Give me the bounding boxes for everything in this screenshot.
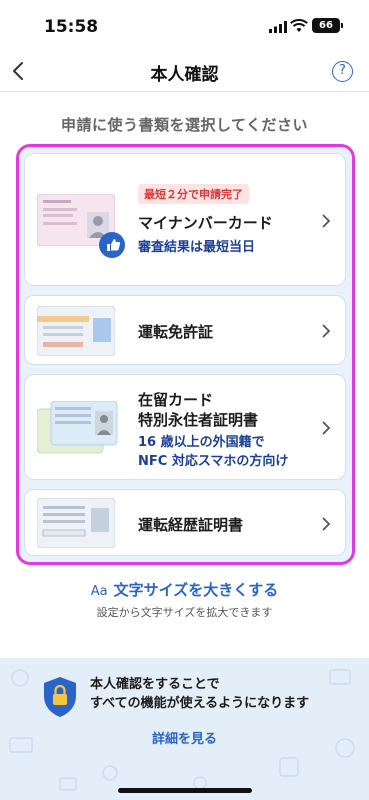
document-name-line1: 在留カード bbox=[138, 391, 214, 409]
details-link[interactable]: 詳細を見る bbox=[0, 728, 369, 747]
verification-promo: 本人確認をすることで すべての機能が使えるようになります 詳細を見る bbox=[0, 658, 369, 800]
cellular-signal-icon bbox=[269, 21, 287, 33]
chevron-right-icon bbox=[322, 517, 331, 531]
text-size-icon: Aa bbox=[90, 584, 108, 599]
page-title: 本人確認 bbox=[150, 65, 219, 85]
document-name: 運転経歴証明書 bbox=[138, 516, 244, 534]
drivers-license-image bbox=[37, 306, 115, 356]
promo-line1: 本人確認をすることで bbox=[90, 677, 220, 692]
text-size-note: 設定から文字サイズを拡大できます bbox=[96, 606, 273, 619]
status-bar: 15:58 66 bbox=[0, 0, 369, 50]
battery-icon: 66 bbox=[312, 18, 343, 33]
promo-line2: すべての機能が使えるようになります bbox=[90, 696, 310, 711]
document-name: マイナンバーカード bbox=[138, 214, 273, 232]
document-name-line2: 特別永住者証明書 bbox=[138, 411, 259, 429]
document-subtext-line2: NFC 対応スマホの方向け bbox=[138, 454, 289, 469]
nav-bar: 本人確認 ? bbox=[0, 50, 369, 92]
document-option-driving-history[interactable]: 運転経歴証明書 bbox=[24, 489, 346, 556]
document-subtext: 審査結果は最短当日 bbox=[138, 240, 256, 255]
question-circle-icon[interactable]: ? bbox=[332, 61, 353, 82]
document-subtext-line1: 16 歳以上の外国籍で bbox=[138, 435, 265, 450]
chevron-right-icon bbox=[322, 214, 331, 228]
promo-message: 本人確認をすることで すべての機能が使えるようになります bbox=[90, 675, 309, 713]
chevron-right-icon bbox=[322, 421, 331, 435]
document-option-mynumber[interactable]: 最短２分で申請完了 マイナンバーカード 審査結果は最短当日 bbox=[24, 153, 346, 286]
thumbs-up-icon bbox=[99, 232, 125, 258]
document-name: 運転免許証 bbox=[138, 323, 214, 341]
wifi-icon bbox=[290, 19, 308, 32]
enlarge-text-link[interactable]: Aa 文字サイズを大きくする bbox=[0, 579, 369, 600]
status-time: 15:58 bbox=[44, 17, 99, 37]
chevron-right-icon bbox=[322, 324, 331, 338]
shield-lock-icon bbox=[44, 677, 76, 717]
instruction-text: 申請に使う書類を選択してください bbox=[60, 116, 309, 134]
document-option-drivers-license[interactable]: 運転免許証 bbox=[24, 295, 346, 365]
enlarge-text-label: 文字サイズを大きくする bbox=[113, 581, 279, 599]
driving-history-image bbox=[37, 498, 115, 548]
document-option-residence-card[interactable]: 在留カード 特別永住者証明書 16 歳以上の外国籍で NFC 対応スマホの方向け bbox=[24, 374, 346, 480]
home-indicator bbox=[118, 788, 252, 793]
residence-card-image bbox=[37, 401, 118, 454]
fast-approval-badge: 最短２分で申請完了 bbox=[138, 184, 249, 204]
